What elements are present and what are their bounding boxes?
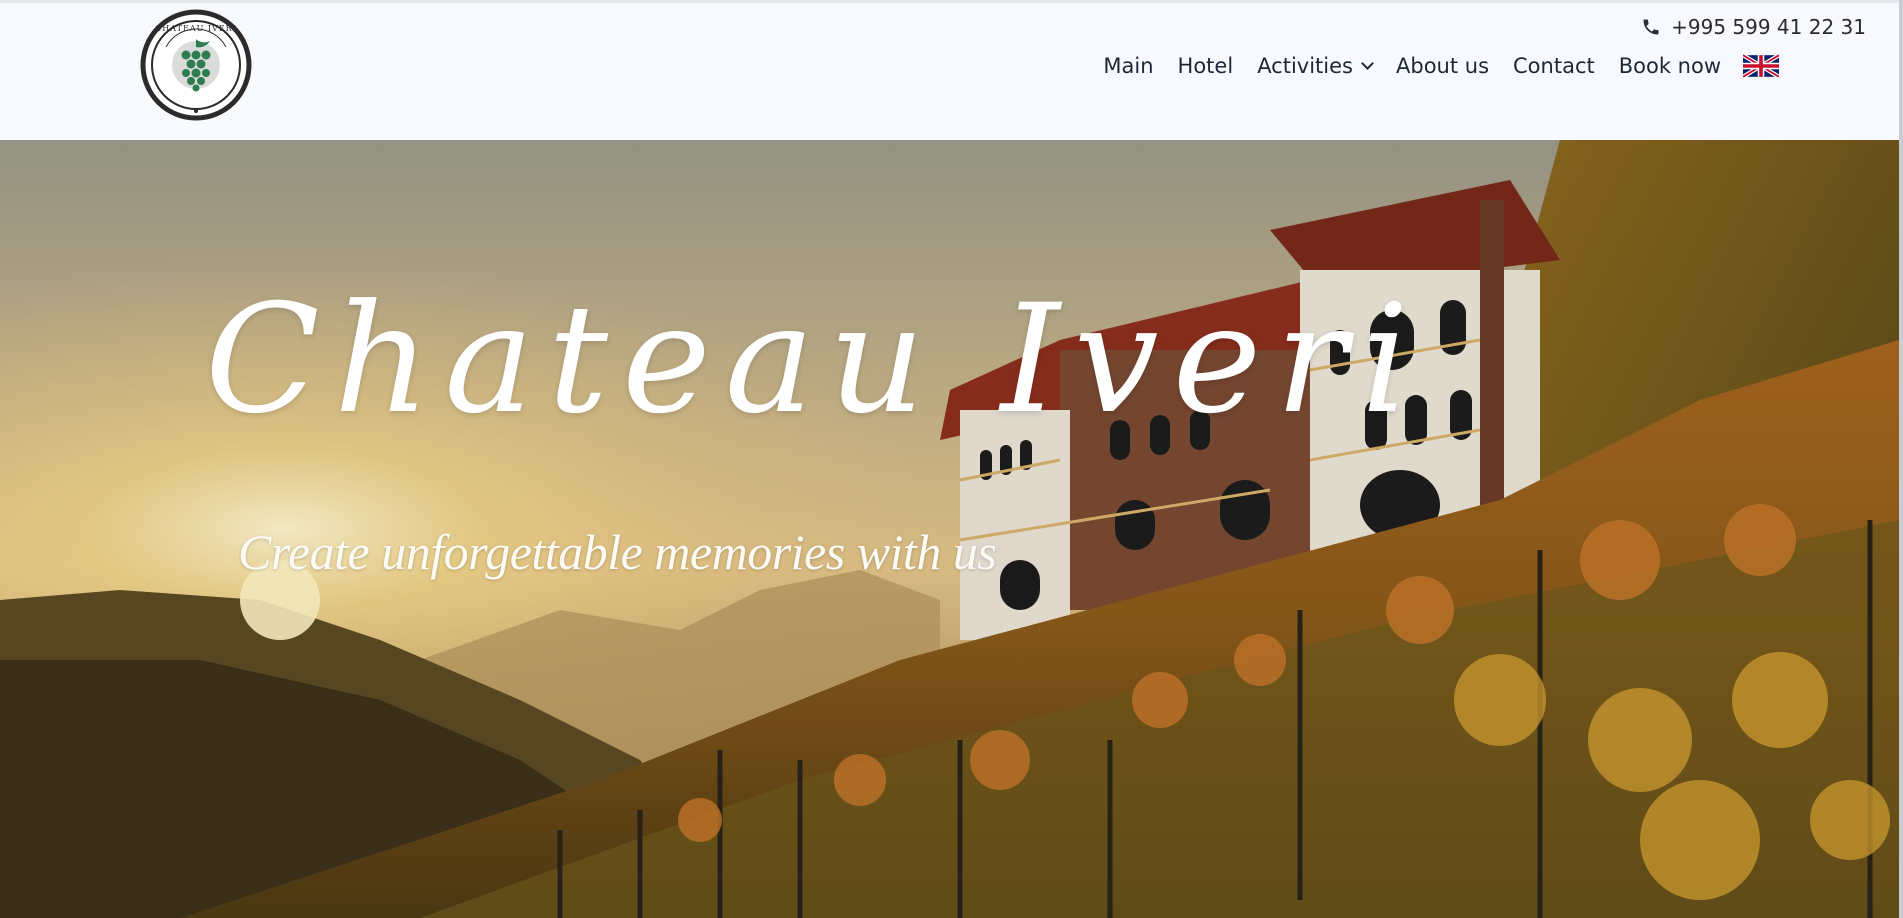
hero-banner: Chateau Iveri Create unforgettable memor… (0, 140, 1899, 918)
nav-label: Main (1103, 54, 1154, 78)
nav-item-about-us[interactable]: About us (1384, 54, 1501, 78)
site-header: CHATEAU IVERI +995 599 41 22 31 Main Hot… (0, 0, 1899, 140)
hero-subtitle: Create unforgettable memories with us (238, 524, 997, 580)
nav-label: Hotel (1177, 54, 1234, 78)
hero-title: Chateau Iveri (205, 273, 1424, 447)
nav-item-contact[interactable]: Contact (1501, 54, 1607, 78)
nav-item-hotel[interactable]: Hotel (1166, 54, 1246, 78)
phone-icon (1643, 19, 1659, 35)
nav-item-main[interactable]: Main (1091, 54, 1165, 78)
page-scrollbar[interactable] (1899, 0, 1903, 918)
logo-seal-icon: CHATEAU IVERI (140, 9, 252, 121)
nav-item-activities[interactable]: Activities (1245, 54, 1384, 78)
nav-label: Activities (1257, 54, 1353, 78)
phone-number: +995 599 41 22 31 (1671, 15, 1866, 39)
chevron-down-icon (1361, 57, 1374, 70)
nav-label: Contact (1513, 54, 1595, 78)
main-nav: Main Hotel Activities About us Contact B… (1091, 53, 1779, 79)
nav-item-book-now[interactable]: Book now (1607, 54, 1733, 78)
site-logo[interactable]: CHATEAU IVERI (140, 7, 252, 123)
uk-flag-icon[interactable] (1743, 53, 1779, 79)
nav-label: Book now (1618, 54, 1721, 78)
svg-text:CHATEAU IVERI: CHATEAU IVERI (155, 24, 237, 33)
page: CHATEAU IVERI +995 599 41 22 31 Main Hot… (0, 0, 1903, 918)
header-phone[interactable]: +995 599 41 22 31 (1641, 15, 1866, 39)
nav-label: About us (1396, 54, 1490, 78)
